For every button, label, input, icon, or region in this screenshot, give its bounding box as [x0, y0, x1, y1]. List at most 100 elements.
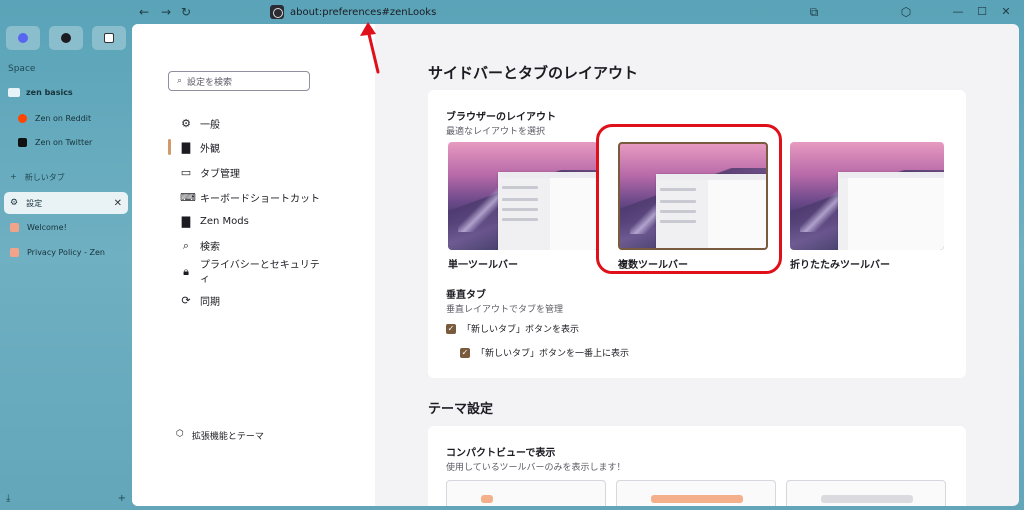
browser-layout-title: ブラウザーのレイアウト — [446, 112, 556, 123]
main-panel: サイドバーとタブのレイアウト ブラウザーのレイアウト 最適なレイアウトを選択 単… — [375, 24, 1019, 506]
sidebar: Space zen basics Zen on Reddit Zen on Tw… — [0, 24, 132, 510]
nav-label: Zen Mods — [200, 216, 249, 227]
nav-appearance[interactable]: ▇ 外観 — [180, 140, 220, 155]
preferences-page: ⌕ 設定を検索 ⚙ 一般 ▇ 外観 ▭ タブ管理 ⌨ キーボードショートカット ▇ Zen… — [132, 24, 1019, 506]
theme-card: コンパクトビューで表示 使用しているツールバーのみを表示します！ — [428, 426, 966, 506]
layout-label: 単一ツールバー — [448, 260, 518, 271]
checkbox-label: 「新しいタブ」ボタンを一番上に表示 — [476, 349, 630, 359]
download-icon[interactable]: ⤓ — [6, 493, 10, 504]
layout-label: 複数ツールバー — [618, 260, 688, 271]
tab-label: 設定 — [26, 198, 43, 208]
puzzle-icon[interactable]: ⬡ — [898, 4, 914, 20]
discord-icon — [18, 33, 28, 43]
sidebar-item-label: Zen on Reddit — [35, 114, 92, 123]
compact-option-2[interactable] — [616, 480, 776, 506]
page-title: サイドバーとタブのレイアウト — [428, 64, 639, 82]
checkbox-checked[interactable]: ✓ — [446, 323, 456, 334]
minimize-icon[interactable]: — — [950, 4, 966, 20]
tab-welcome[interactable]: Welcome! — [4, 216, 128, 238]
back-icon[interactable]: ← — [136, 4, 152, 20]
layout-card: ブラウザーのレイアウト 最適なレイアウトを選択 単一ツールバー 複数ツールバー … — [428, 90, 966, 378]
nav-label: キーボードショートカット — [200, 194, 320, 205]
compact-option-3[interactable] — [786, 480, 946, 506]
close-icon[interactable]: ✕ — [114, 198, 122, 209]
search-input[interactable]: ⌕ 設定を検索 — [168, 71, 310, 91]
keyboard-icon: ⌨ — [180, 191, 196, 204]
extensions-icon[interactable]: ⧉ — [806, 4, 822, 20]
layout-preview — [790, 142, 944, 250]
sidebar-item-reddit[interactable]: Zen on Reddit — [18, 114, 91, 123]
preferences-nav: ⌕ 設定を検索 ⚙ 一般 ▇ 外観 ▭ タブ管理 ⌨ キーボードショートカット ▇ Zen… — [132, 24, 375, 506]
lock-icon: 🔒︎ — [183, 265, 189, 278]
new-tab-button[interactable]: + 新しいタブ — [10, 172, 65, 183]
space-label: Space — [8, 64, 36, 74]
sidebar-item-twitter[interactable]: Zen on Twitter — [18, 138, 92, 147]
notion-icon — [104, 33, 114, 43]
nav-label: プライバシーとセキュリティ — [200, 260, 320, 285]
puzzle-icon: ⬡ — [176, 429, 184, 439]
show-new-tab-checkbox[interactable]: ✓ 「新しいタブ」ボタンを表示 — [446, 322, 579, 335]
sidebar-footer: ⤓ + — [6, 493, 126, 504]
pinned-github[interactable] — [49, 26, 83, 50]
layout-label: 折りたたみツールバー — [790, 260, 890, 271]
checkbox-label: 「新しいタブ」ボタンを表示 — [462, 325, 580, 335]
pinned-discord[interactable] — [6, 26, 40, 50]
tab-icon: ▭ — [180, 166, 192, 179]
compact-option-1[interactable] — [446, 480, 606, 506]
brush-icon: ▇ — [181, 215, 191, 228]
folder-label: zen basics — [26, 88, 73, 97]
x-icon — [18, 138, 27, 147]
nav-tab-management[interactable]: ▭ タブ管理 — [180, 165, 240, 180]
new-tab-on-top-checkbox[interactable]: ✓ 「新しいタブ」ボタンを一番上に表示 — [460, 346, 629, 359]
browser-layout-sub: 最適なレイアウトを選択 — [446, 127, 546, 137]
nav-label: 検索 — [200, 242, 220, 253]
sidebar-item-label: Zen on Twitter — [35, 138, 93, 147]
github-icon — [61, 33, 71, 43]
search-icon: ⌕ — [182, 238, 190, 252]
nav-search[interactable]: ⌕ 検索 — [180, 238, 220, 254]
vertical-tabs-title: 垂直タブ — [446, 290, 486, 301]
tab-label: Privacy Policy - Zen — [27, 247, 105, 257]
nav-label: タブ管理 — [200, 169, 240, 180]
nav-privacy[interactable]: 🔒︎ プライバシーとセキュリティ — [180, 259, 330, 287]
maximize-icon[interactable]: ☐ — [974, 4, 990, 20]
nav-sync[interactable]: ⟳ 同期 — [180, 293, 220, 308]
zen-icon — [10, 247, 19, 257]
sync-icon: ⟳ — [181, 294, 191, 307]
site-identity-icon[interactable] — [270, 5, 284, 19]
close-icon[interactable]: ✕ — [998, 4, 1014, 20]
nav-label: 外観 — [200, 144, 220, 155]
forward-icon[interactable]: → — [158, 4, 174, 20]
pinned-notion[interactable] — [92, 26, 126, 50]
nav-keyboard-shortcuts[interactable]: ⌨ キーボードショートカット — [180, 190, 320, 205]
add-icon[interactable]: + — [118, 493, 126, 504]
layout-option-multiple[interactable]: 複数ツールバー — [618, 142, 774, 271]
nav-zen-mods[interactable]: ▇ Zen Mods — [180, 215, 249, 228]
layout-option-single[interactable]: 単一ツールバー — [448, 142, 604, 271]
tab-privacy[interactable]: Privacy Policy - Zen — [4, 241, 128, 263]
new-tab-label: 新しいタブ — [24, 173, 65, 182]
title-bar: ← → ↻ about:preferences#zenLooks ⧉ ⬡ — ☐… — [0, 0, 1024, 24]
nav-extensions-themes[interactable]: ⬡ 拡張機能とテーマ — [176, 429, 264, 442]
compact-title: コンパクトビューで表示 — [446, 448, 556, 459]
reload-icon[interactable]: ↻ — [178, 4, 194, 20]
gear-icon: ⚙ — [181, 117, 191, 130]
layout-option-collapsed[interactable]: 折りたたみツールバー — [790, 142, 946, 271]
reddit-icon — [18, 114, 27, 123]
nav-general[interactable]: ⚙ 一般 — [180, 116, 220, 131]
tab-settings[interactable]: ⚙ 設定 ✕ — [4, 192, 128, 214]
url-text[interactable]: about:preferences#zenLooks — [290, 7, 436, 18]
tab-label: Welcome! — [27, 222, 67, 232]
nav-label: 拡張機能とテーマ — [191, 432, 264, 442]
folder-icon — [8, 88, 20, 97]
nav-label: 同期 — [200, 297, 220, 308]
zen-icon — [10, 222, 19, 232]
brush-icon: ▇ — [181, 141, 191, 154]
annotation-arrow-icon — [360, 22, 380, 74]
checkbox-checked[interactable]: ✓ — [460, 347, 470, 358]
compact-sub: 使用しているツールバーのみを表示します！ — [446, 463, 626, 473]
theme-settings-title: テーマ設定 — [428, 402, 494, 417]
pinned-tabs — [0, 24, 132, 52]
folder-zen-basics[interactable]: zen basics — [8, 88, 73, 97]
url-bar[interactable]: about:preferences#zenLooks — [270, 3, 436, 21]
